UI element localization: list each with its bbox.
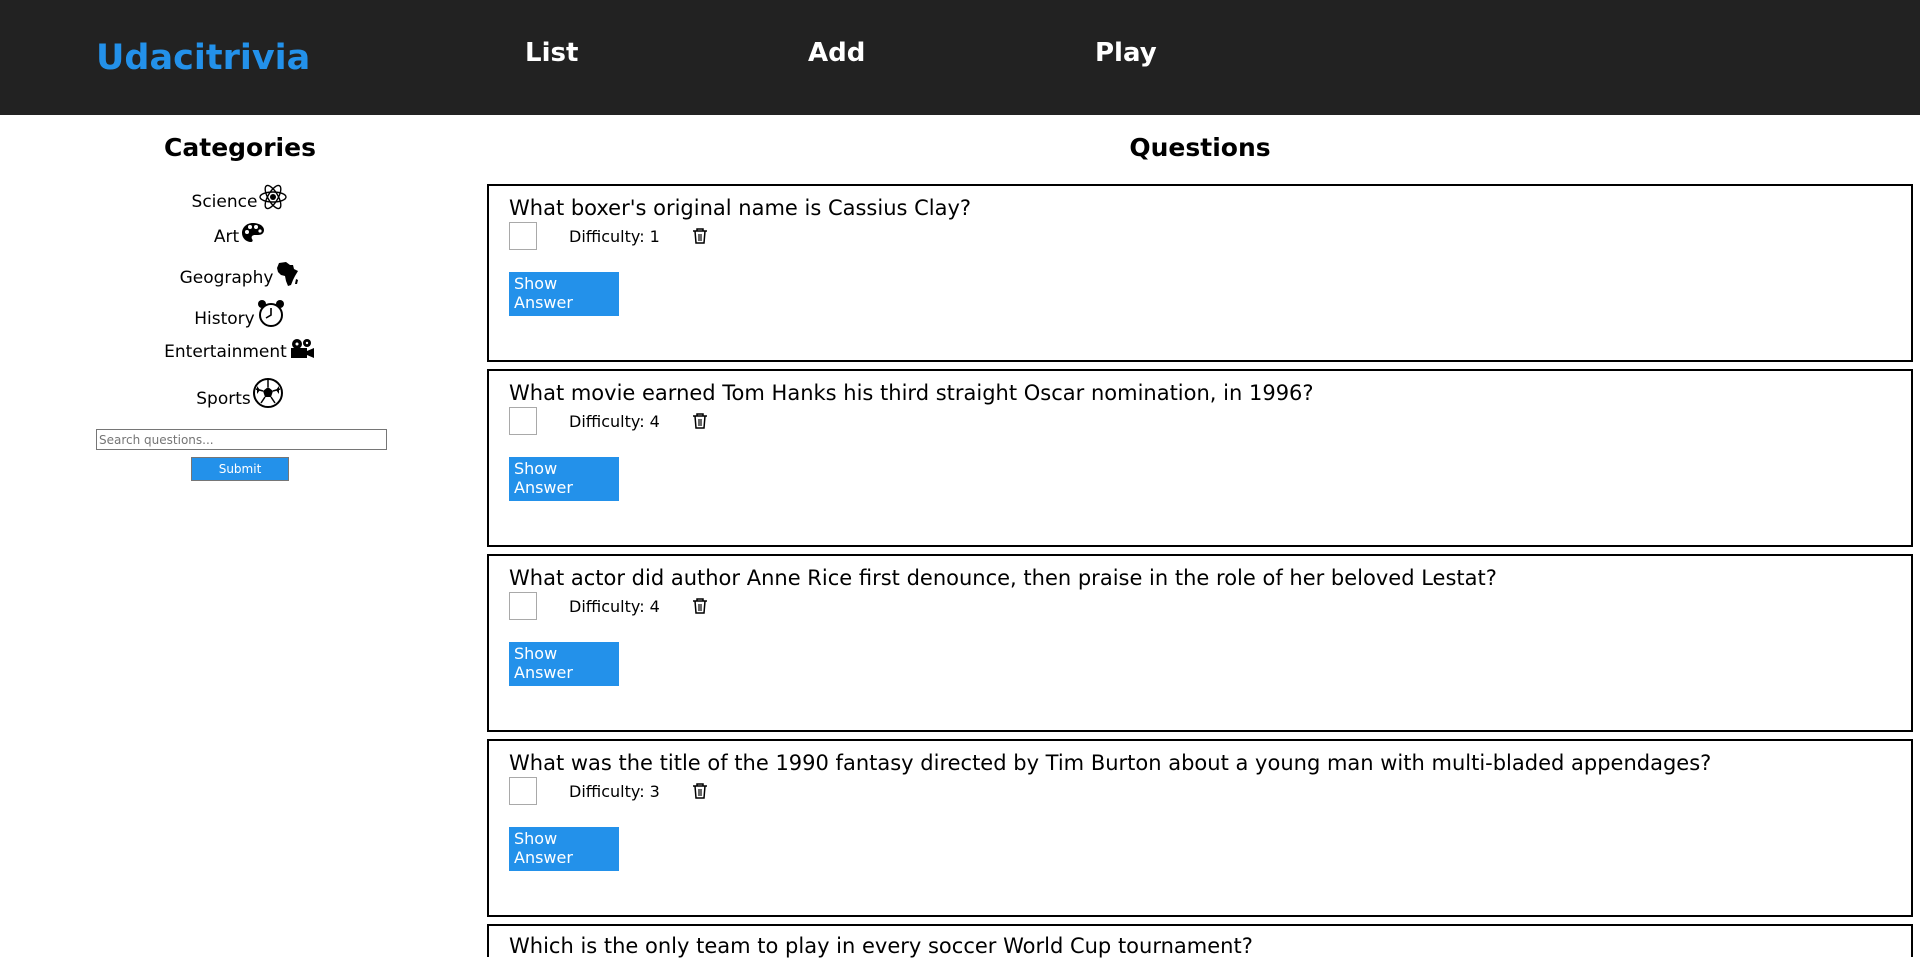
show-answer-button[interactable]: Show Answer (509, 642, 619, 686)
categories-title: Categories (164, 133, 316, 162)
question-text: What movie earned Tom Hanks his third st… (509, 381, 1314, 405)
search-input[interactable] (96, 429, 387, 450)
category-item-history[interactable]: History (0, 299, 480, 335)
delete-trash-icon[interactable] (692, 227, 708, 245)
nav-add-link[interactable]: Add (808, 38, 865, 68)
question-text: What was the title of the 1990 fantasy d… (509, 751, 1712, 775)
brand-logo[interactable]: Udacitrivia (96, 38, 310, 78)
category-label: History (194, 309, 255, 329)
difficulty-label: Difficulty: 3 (569, 782, 660, 801)
top-navbar: Udacitrivia List Add Play (0, 0, 1920, 115)
delete-trash-icon[interactable] (692, 782, 708, 800)
question-text: What actor did author Anne Rice first de… (509, 566, 1497, 590)
question-card: Which is the only team to play in every … (487, 924, 1913, 958)
question-text: What boxer's original name is Cassius Cl… (509, 196, 972, 220)
category-label: Art (213, 227, 240, 247)
delete-trash-icon[interactable] (692, 412, 708, 430)
atom-icon (259, 184, 288, 210)
category-item-science[interactable]: Science (0, 182, 480, 218)
category-label: Sports (196, 389, 251, 409)
category-item-geography[interactable]: Geography (0, 260, 480, 296)
question-card: What actor did author Anne Rice first de… (487, 554, 1913, 732)
alarm-clock-icon (257, 300, 284, 327)
category-image-icon (509, 407, 537, 435)
show-answer-button[interactable]: Show Answer (509, 827, 619, 871)
question-card: What movie earned Tom Hanks his third st… (487, 369, 1913, 547)
show-answer-button[interactable]: Show Answer (509, 272, 619, 316)
question-card: What boxer's original name is Cassius Cl… (487, 184, 1913, 362)
nav-play-link[interactable]: Play (1095, 38, 1157, 68)
question-text: Which is the only team to play in every … (509, 934, 1253, 958)
show-answer-button[interactable]: Show Answer (509, 457, 619, 501)
nav-list-link[interactable]: List (525, 38, 578, 68)
category-label: Science (191, 192, 258, 212)
difficulty-label: Difficulty: 1 (569, 227, 660, 246)
category-image-icon (509, 222, 537, 250)
category-item-entertainment[interactable]: Entertainment (0, 338, 480, 374)
africa-icon (277, 262, 299, 286)
question-card: What was the title of the 1990 fantasy d… (487, 739, 1913, 917)
difficulty-label: Difficulty: 4 (569, 412, 660, 431)
film-camera-icon (290, 339, 314, 358)
category-item-sports[interactable]: Sports (0, 377, 480, 413)
questions-title: Questions (1129, 133, 1271, 162)
category-item-art[interactable]: Art (0, 221, 480, 257)
category-label: Entertainment (164, 342, 287, 362)
category-image-icon (509, 777, 537, 805)
category-label: Geography (179, 268, 274, 288)
difficulty-label: Difficulty: 4 (569, 597, 660, 616)
categories-sidebar: Categories Science Art Geography History… (0, 115, 480, 957)
delete-trash-icon[interactable] (692, 597, 708, 615)
submit-button[interactable]: Submit (191, 457, 289, 481)
palette-icon (242, 223, 265, 242)
category-image-icon (509, 592, 537, 620)
soccer-ball-icon (252, 378, 283, 408)
